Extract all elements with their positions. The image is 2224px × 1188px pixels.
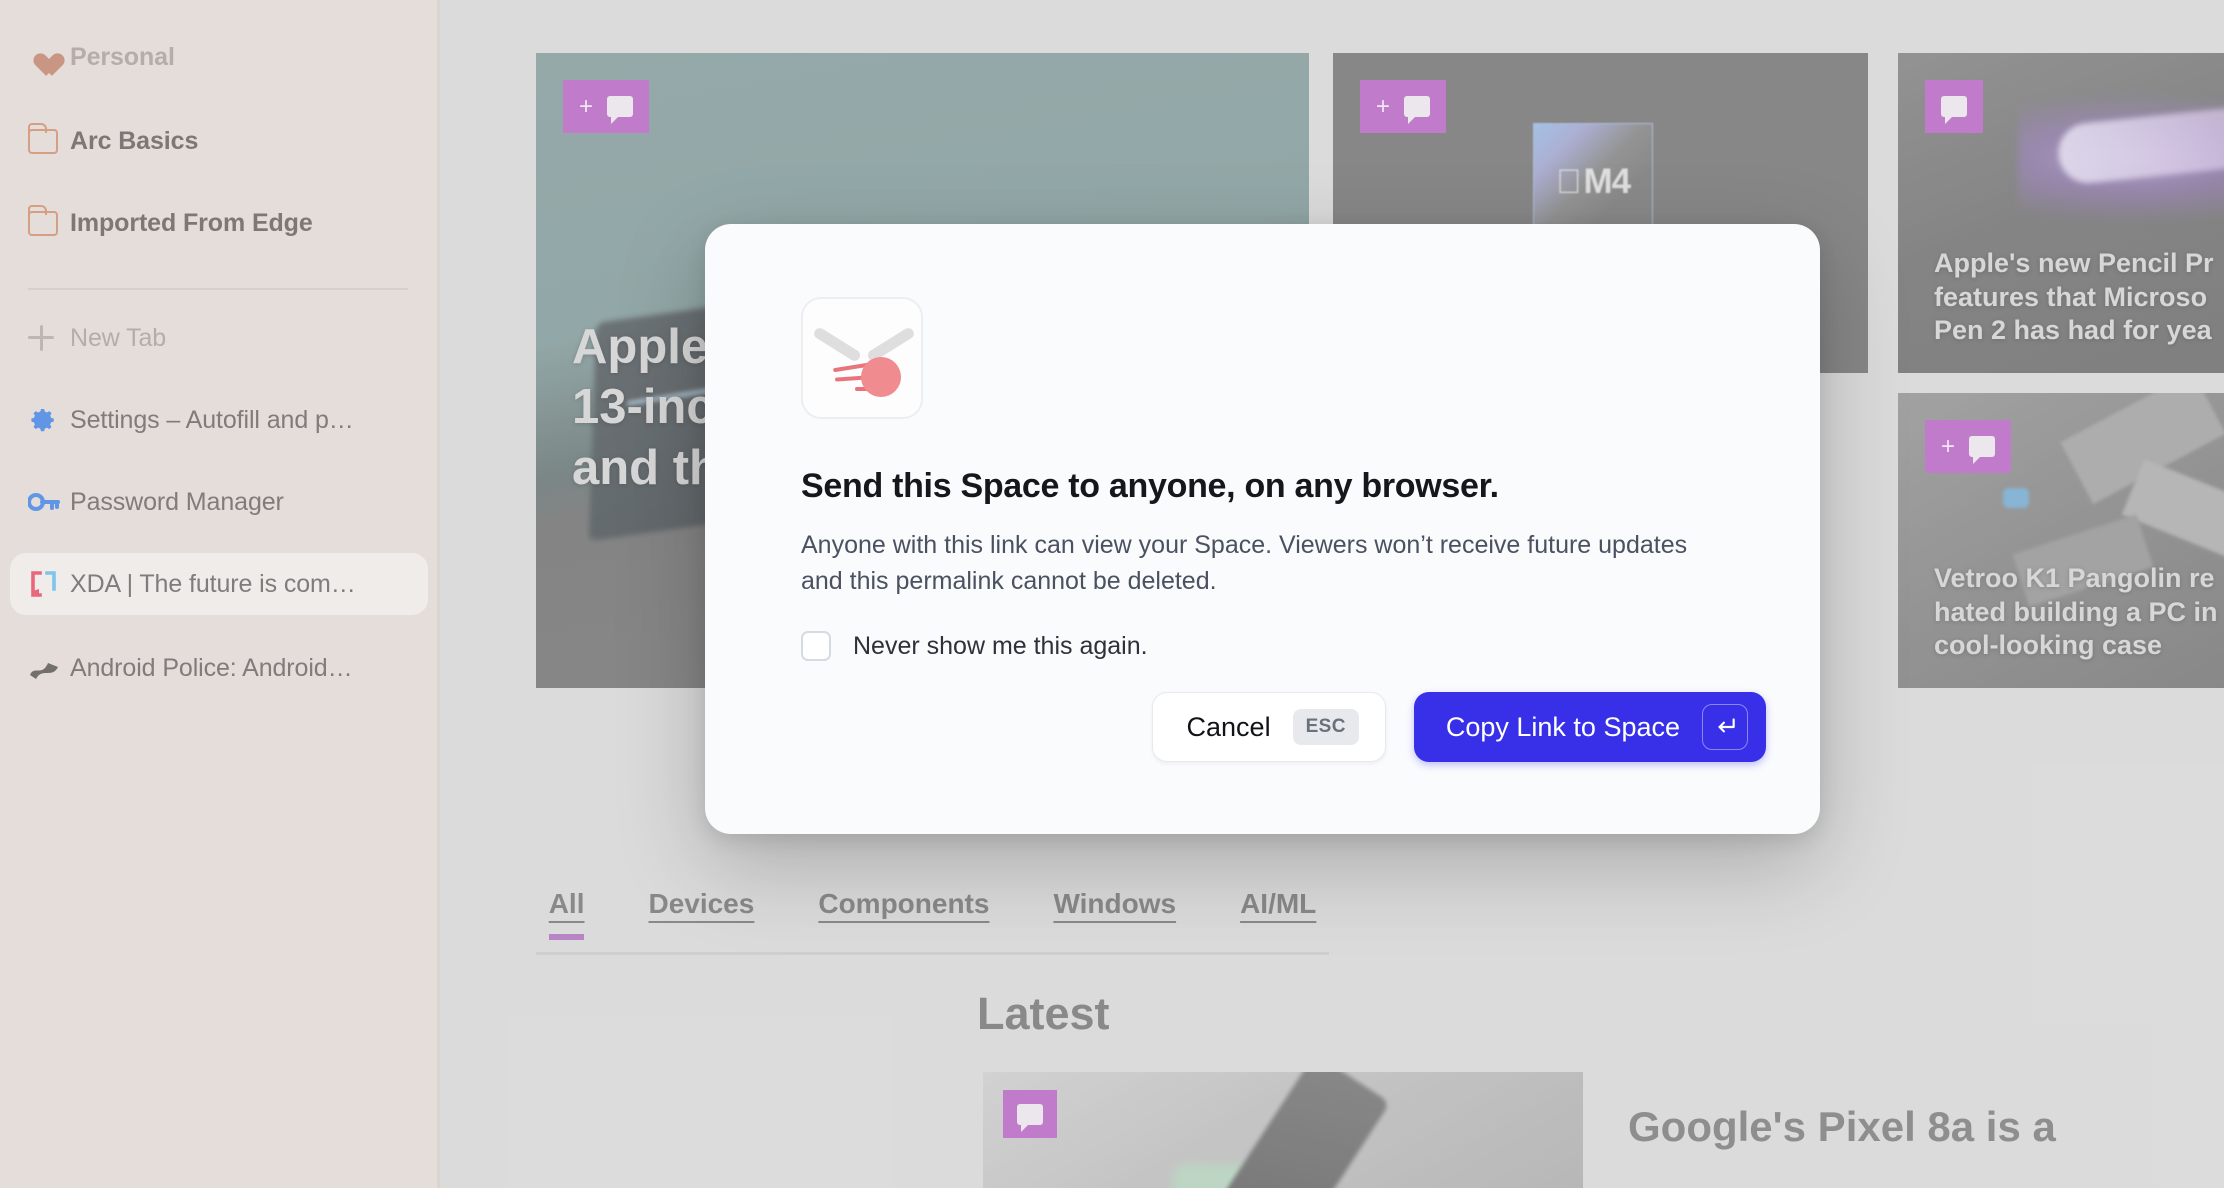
app-root: + Apple c 13-inc and th +  M4 Apple's n…: [0, 0, 2224, 1188]
enter-key-icon: [1702, 704, 1748, 750]
never-show-again-label: Never show me this again.: [853, 631, 1148, 660]
never-show-again-checkbox[interactable]: [801, 631, 831, 661]
copy-link-button-label: Copy Link to Space: [1445, 711, 1680, 742]
mail-send-icon: [801, 297, 923, 419]
cancel-button[interactable]: Cancel ESC: [1151, 692, 1386, 762]
never-show-again-row[interactable]: Never show me this again.: [801, 631, 1820, 661]
dialog-actions: Cancel ESC Copy Link to Space: [1151, 692, 1766, 762]
sent-dot-icon: [861, 357, 901, 397]
esc-key-hint: ESC: [1292, 709, 1359, 745]
share-space-dialog: Send this Space to anyone, on any browse…: [705, 224, 1820, 834]
cancel-button-label: Cancel: [1186, 711, 1271, 742]
dialog-title: Send this Space to anyone, on any browse…: [801, 467, 1499, 505]
dialog-description: Anyone with this link can view your Spac…: [801, 531, 1688, 595]
copy-link-to-space-button[interactable]: Copy Link to Space: [1413, 692, 1766, 762]
